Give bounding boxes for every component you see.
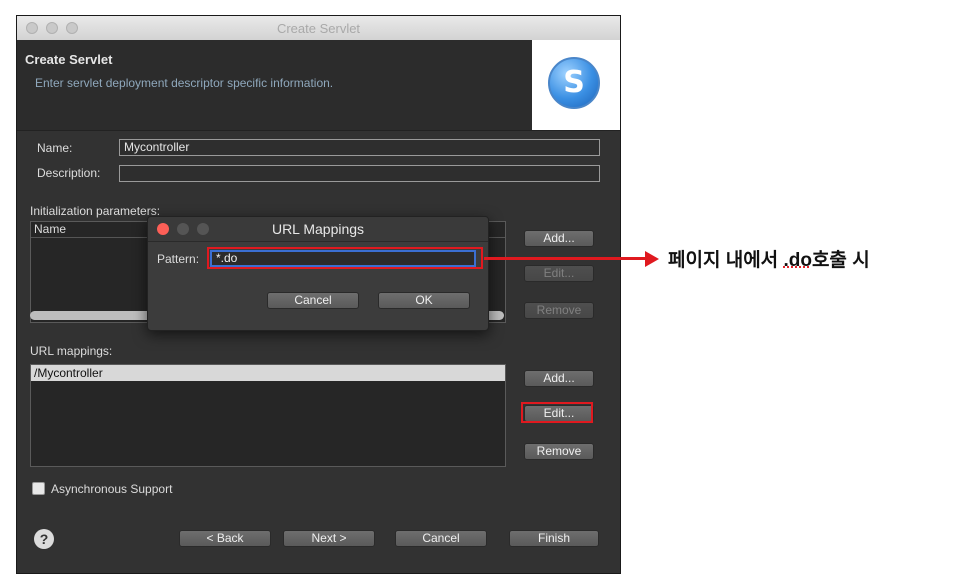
async-support-checkbox[interactable] [32,482,45,495]
arrow-right-icon [645,251,659,267]
pattern-highlight-box [207,247,483,269]
annotation-highlight: .do [783,250,812,271]
back-button[interactable]: < Back [179,530,271,547]
cancel-button[interactable]: Cancel [395,530,487,547]
annotation-suffix: 호출 시 [811,250,870,271]
window-titlebar: Create Servlet [17,16,620,41]
servlet-logo-icon: S [548,57,600,109]
name-label: Name: [37,141,73,155]
header-divider [17,130,620,131]
url-mappings-label: URL mappings: [30,344,113,358]
annotation-arrow-line [484,257,646,260]
dialog-ok-button[interactable]: OK [378,292,470,309]
init-add-button[interactable]: Add... [524,230,594,247]
init-edit-button[interactable]: Edit... [524,265,594,282]
help-icon[interactable]: ? [34,529,54,549]
url-mappings-dialog: URL Mappings Pattern: *.do Cancel OK [147,216,489,331]
page-title: Create Servlet [25,52,113,67]
dialog-cancel-button[interactable]: Cancel [267,292,359,309]
pattern-label: Pattern: [157,252,200,266]
finish-button[interactable]: Finish [509,530,599,547]
url-mappings-list[interactable]: /Mycontroller [30,364,506,467]
edit-highlight-box [521,402,593,423]
description-field[interactable] [119,165,600,182]
dialog-title: URL Mappings [271,221,365,237]
annotation-text: 페이지 내에서 .do호출 시 [668,245,870,272]
logo-panel: S [532,40,620,130]
list-item[interactable]: /Mycontroller [31,365,505,381]
dialog-titlebar: URL Mappings [148,217,488,242]
page-description: Enter servlet deployment descriptor spec… [35,76,334,90]
init-remove-button[interactable]: Remove [524,302,594,319]
description-label: Description: [37,166,101,180]
name-field[interactable]: Mycontroller [119,139,600,156]
mapping-add-button[interactable]: Add... [524,370,594,387]
async-support-label: Asynchronous Support [51,482,173,496]
next-button[interactable]: Next > [283,530,375,547]
init-params-label: Initialization parameters: [30,204,161,218]
wizard-header: Create Servlet Enter servlet deployment … [17,40,620,130]
window-title: Create Servlet [276,21,361,36]
annotation-prefix: 페이지 내에서 [668,250,784,271]
mapping-remove-button[interactable]: Remove [524,443,594,460]
